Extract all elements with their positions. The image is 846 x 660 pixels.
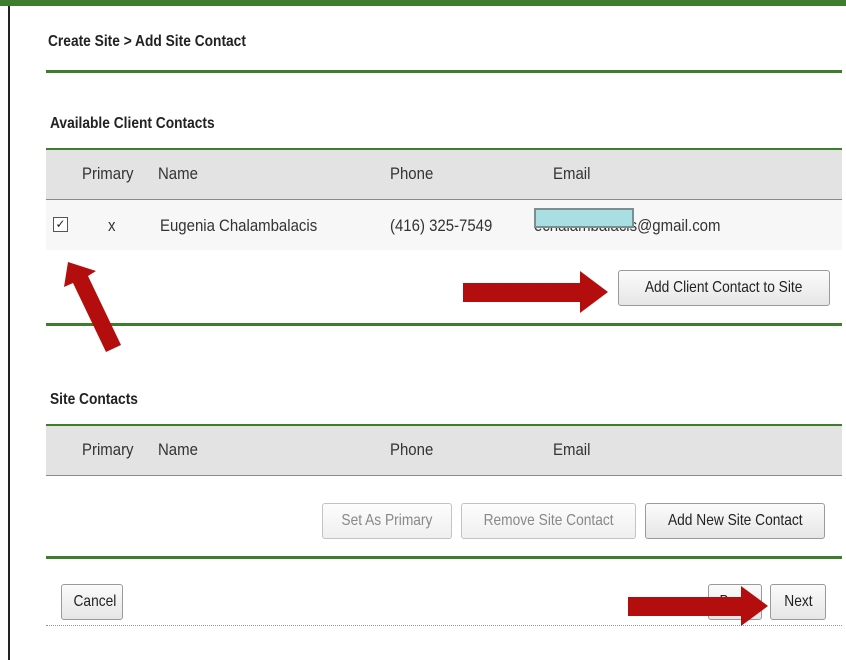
arrow-right-icon <box>463 283 583 302</box>
annotation-arrows <box>64 262 768 626</box>
arrow-head-icon <box>580 271 608 313</box>
arrow-right-icon <box>628 597 744 616</box>
arrow-head-icon <box>741 586 768 626</box>
arrow-up-icon <box>64 262 121 352</box>
